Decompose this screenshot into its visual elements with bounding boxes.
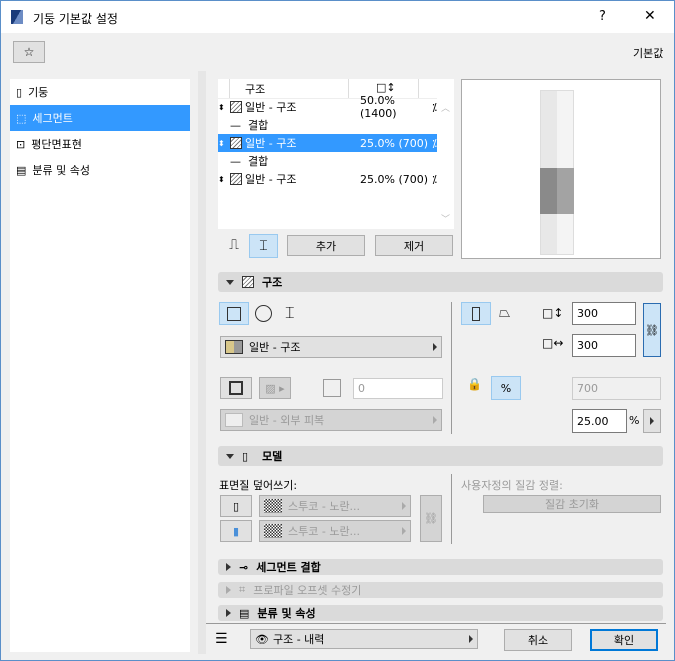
lock-length-icon[interactable]: 🔒 — [467, 377, 482, 391]
table-row[interactable]: ⬍ 일반 - 구조 25.0% (700) ⁒ — [218, 170, 437, 188]
top-surface-select[interactable]: 스투코 - 노란... — [259, 520, 411, 542]
table-row[interactable]: ⬍ 일반 - 구조 50.0% (1400) ⁒ — [218, 94, 437, 120]
percent-length-button[interactable]: % — [491, 376, 521, 400]
percent-menu-button[interactable] — [643, 409, 661, 433]
veneer-thickness-input[interactable]: 0 — [353, 378, 443, 399]
section-profile-offset[interactable]: ⌗ 프로파일 오프셋 수정기 — [218, 582, 663, 598]
reset-texture-button[interactable]: 질감 초기화 — [483, 495, 661, 513]
hatch-icon — [230, 101, 242, 113]
selected-segment-preview — [540, 168, 574, 214]
eye-icon: 👁 — [255, 632, 269, 646]
column-model-icon: ▯ — [242, 449, 249, 463]
help-button[interactable]: ? — [599, 9, 606, 24]
column-icon: ▯ — [16, 85, 23, 99]
table-row-joint[interactable]: — 결합 — [218, 116, 437, 134]
favorites-star-icon: ☆ — [23, 45, 35, 59]
tapered-segment-button[interactable]: ⏢ — [499, 305, 510, 321]
profile-offset-icon: ⌗ — [239, 583, 246, 596]
drag-handle-icon[interactable]: ⬍ — [218, 175, 230, 184]
length-input[interactable]: 700 — [572, 377, 661, 400]
layer-select[interactable]: 👁 구조 - 내력 — [250, 629, 478, 649]
preview-3d — [461, 79, 661, 259]
percent-unit: % — [629, 414, 640, 427]
hatch-icon — [230, 137, 242, 149]
side-surface-select[interactable]: 스투코 - 노란... — [259, 495, 411, 517]
sidebar: ▯ 기둥 ⬚ 세그먼트 ⊡ 평단면표현 ▤ 분류 및 속성 — [10, 79, 190, 652]
material-icon — [225, 413, 243, 427]
top-surface-button[interactable]: ▮ — [220, 520, 252, 542]
straight-segment-button[interactable] — [461, 302, 491, 325]
cancel-button[interactable]: 취소 — [504, 629, 572, 651]
drag-handle-icon[interactable]: ⬍ — [218, 103, 230, 112]
veneer-thickness-icon — [323, 379, 341, 397]
document-icon: ▤ — [16, 163, 27, 177]
texture-icon — [264, 524, 282, 538]
section-segment-joint[interactable]: ⊸ 세그먼트 결합 — [218, 559, 663, 575]
segment-icon: ⬚ — [16, 111, 27, 125]
table-row-joint[interactable]: — 결합 — [218, 152, 437, 170]
texture-icon — [264, 499, 282, 513]
add-button[interactable]: 추가 — [287, 235, 365, 256]
sidebar-item-column[interactable]: ▯ 기둥 — [10, 79, 190, 105]
title-bar: 기둥 기본값 설정 ? ✕ — [1, 1, 674, 33]
section-structure[interactable]: 구조 — [218, 272, 663, 292]
document-icon: ▤ — [239, 606, 250, 620]
surface-override-label: 표면질 덮어쓰기: — [219, 479, 298, 492]
sidebar-item-classification[interactable]: ▤ 분류 및 속성 — [10, 157, 190, 183]
custom-texture-align-label: 사용자정의 질감 정렬: — [461, 479, 563, 492]
table-scrollbar[interactable]: ︿ ﹀ — [437, 97, 454, 229]
rectangle-shape-button[interactable] — [219, 302, 249, 325]
veneer-type-select[interactable]: ▨ ▸ — [259, 377, 291, 399]
side-surface-button[interactable]: ▯ — [220, 495, 252, 517]
link-surfaces-button[interactable]: ⛓ — [420, 495, 442, 542]
favorites-button[interactable]: ☆ — [13, 41, 45, 63]
drag-handle-icon[interactable]: ⬍ — [218, 139, 230, 148]
window-title: 기둥 기본값 설정 — [33, 12, 118, 26]
joint-icon: ⊸ — [239, 560, 249, 574]
hatch-icon — [230, 173, 242, 185]
scrollbar[interactable] — [198, 71, 206, 654]
segments-table: 구조 □↕ ⬍ 일반 - 구조 50.0% (1400) ⁒ — 결합 ⬍ 일반 - 구조… — [218, 79, 454, 229]
remove-button[interactable]: 제거 — [375, 235, 453, 256]
column-header-structure: 구조 — [230, 79, 349, 98]
section-classification[interactable]: ▤ 분류 및 속성 — [218, 605, 663, 621]
defaults-label: 기본값 — [633, 47, 664, 60]
ok-button[interactable]: 확인 — [590, 629, 658, 651]
straight-column-button[interactable]: ⎍ — [223, 234, 245, 256]
width-icon: □↕ — [542, 306, 564, 320]
close-button[interactable]: ✕ — [644, 8, 656, 24]
percent-input[interactable]: 25.00 — [572, 409, 627, 433]
material-icon — [225, 340, 243, 354]
table-row-selected[interactable]: ⬍ 일반 - 구조 25.0% (700) ⁒ — [218, 134, 437, 152]
hatch-icon — [242, 276, 254, 288]
layers-icon: ☰ — [215, 631, 228, 647]
veneer-material-select[interactable]: 일반 - 외부 피복 — [220, 409, 442, 431]
chain-icon: ⛓ — [645, 323, 659, 337]
sidebar-item-segment[interactable]: ⬚ 세그먼트 — [10, 105, 190, 131]
archicad-logo-icon — [11, 10, 23, 24]
circle-shape-button[interactable] — [255, 305, 272, 322]
depth-input[interactable]: 300 — [572, 334, 636, 357]
segmented-column-button[interactable]: ⌶ — [249, 234, 278, 258]
veneer-toggle-button[interactable] — [220, 377, 252, 399]
sidebar-item-floor-plan[interactable]: ⊡ 평단면표현 — [10, 131, 190, 157]
building-material-select[interactable]: 일반 - 구조 — [220, 336, 442, 358]
link-dimensions-button[interactable]: ⛓ — [643, 303, 661, 357]
floor-plan-icon: ⊡ — [16, 137, 26, 151]
profile-shape-button[interactable]: ⌶ — [285, 303, 295, 323]
section-model[interactable]: ▯ 모델 — [218, 446, 663, 466]
depth-icon: □↔ — [542, 336, 564, 350]
width-input[interactable]: 300 — [572, 302, 636, 325]
